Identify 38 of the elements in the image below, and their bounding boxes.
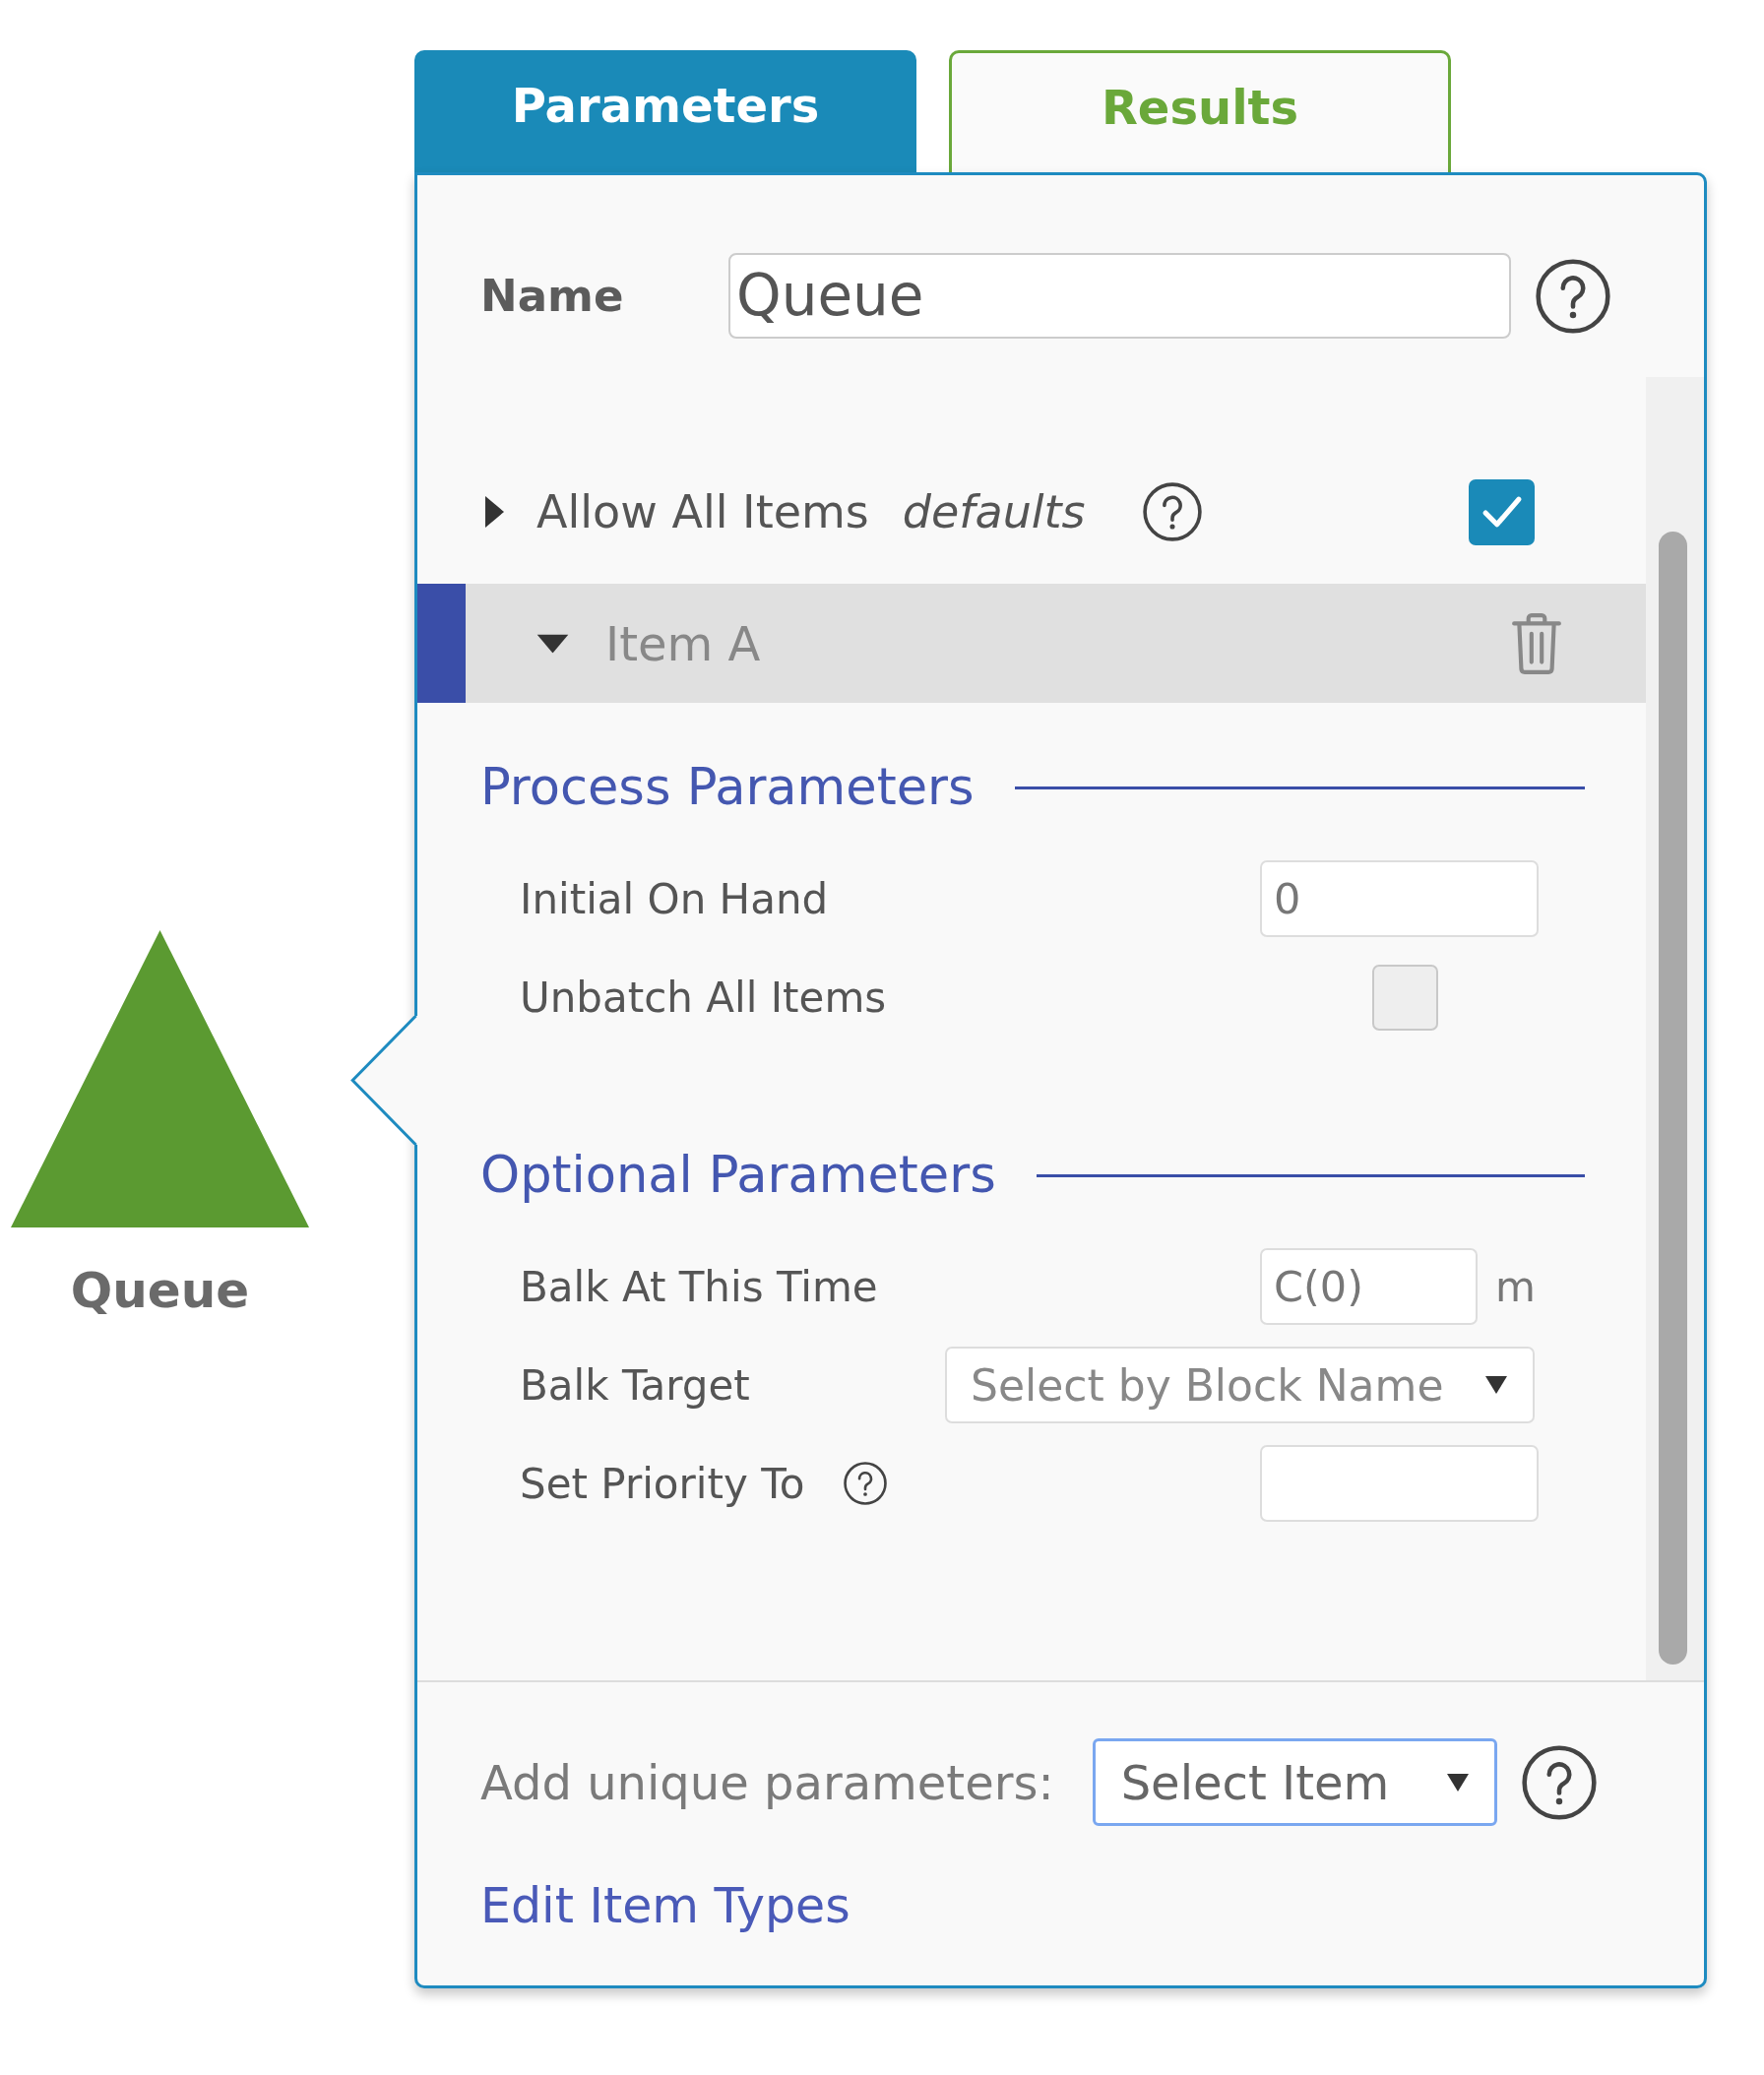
field-label: Add unique parameters: xyxy=(480,1754,1054,1810)
field-label: Initial On Hand xyxy=(520,874,829,923)
input-field[interactable]: 0 xyxy=(1260,860,1539,937)
check-icon xyxy=(1481,496,1522,528)
field-label: Set Priority To xyxy=(520,1459,805,1508)
caret-icon[interactable] xyxy=(536,634,569,653)
section-heading: Process Parameters xyxy=(480,758,975,817)
scrollbar-thumb[interactable] xyxy=(1659,532,1687,1665)
help-icon[interactable] xyxy=(1521,1744,1597,1820)
help-icon[interactable] xyxy=(1536,258,1610,334)
field-label: Allow All Items xyxy=(536,485,869,538)
field-label: Balk Target xyxy=(520,1360,750,1410)
input-field[interactable]: C(0) xyxy=(1260,1248,1478,1325)
node-label: Queue xyxy=(70,1261,250,1320)
item-name: Item A xyxy=(605,615,761,671)
help-icon[interactable] xyxy=(844,1462,888,1505)
checkbox[interactable] xyxy=(1372,964,1438,1031)
note-text: defaults xyxy=(902,485,1086,538)
section-heading: Optional Parameters xyxy=(480,1146,996,1205)
dropdown[interactable]: Select by Block Name xyxy=(945,1347,1535,1423)
item-dropdown[interactable]: Select Item xyxy=(1092,1738,1497,1826)
tab[interactable]: Results xyxy=(949,50,1451,172)
trash-icon[interactable] xyxy=(1510,610,1563,676)
item-header[interactable]: Item A xyxy=(417,584,1646,703)
field-label: Unbatch All Items xyxy=(520,973,887,1022)
triangle-node[interactable] xyxy=(11,930,309,1227)
input-field[interactable] xyxy=(1260,1445,1539,1522)
help-icon[interactable] xyxy=(1142,482,1202,541)
checkbox[interactable] xyxy=(1469,478,1535,545)
field-label: Name xyxy=(480,270,625,322)
caret-icon xyxy=(1446,1773,1469,1792)
field-label: Balk At This Time xyxy=(520,1262,878,1311)
name-input-field[interactable]: Queue xyxy=(728,253,1511,339)
unit-label: m xyxy=(1495,1262,1536,1311)
edit-item-types-link[interactable]: Edit Item Types xyxy=(480,1877,850,1936)
caret-icon xyxy=(1485,1376,1507,1394)
caret-icon[interactable] xyxy=(485,496,504,528)
tab[interactable]: Parameters xyxy=(414,50,916,172)
